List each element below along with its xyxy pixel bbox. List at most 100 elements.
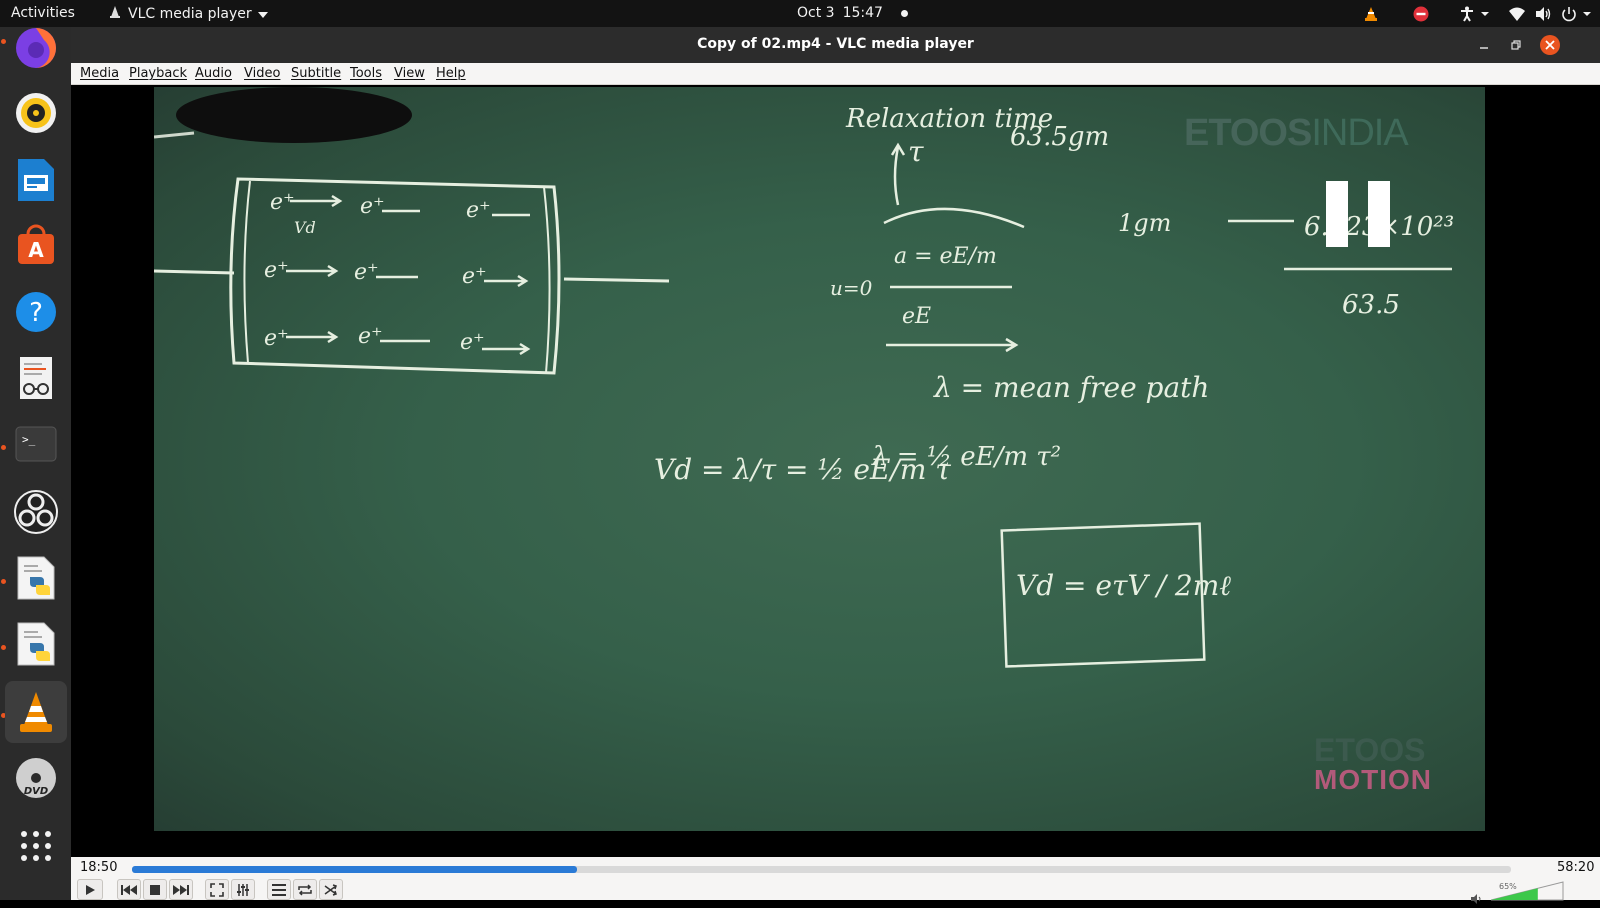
menu-bar: Media Playback Audio Video Subtitle Tool… (71, 63, 1600, 85)
previous-button[interactable] (117, 879, 141, 900)
wire-right (563, 277, 670, 283)
etoos-india-watermark: ETOOSINDIA (1184, 112, 1409, 155)
menu-subtitle[interactable]: Subtitle (291, 66, 341, 81)
vlc-dock-icon[interactable] (5, 681, 67, 743)
svg-text:?: ? (29, 298, 43, 328)
drift-velocity-label: Vd (294, 218, 316, 237)
title-bar[interactable]: Copy of 02.mp4 - VLC media player (71, 27, 1600, 63)
accessibility-icon[interactable] (1446, 0, 1504, 27)
show-applications-icon[interactable] (5, 815, 67, 877)
python-file-icon[interactable] (5, 547, 67, 609)
pause-overlay-icon (1368, 181, 1390, 247)
document-viewer-icon[interactable] (5, 347, 67, 409)
impress-icon[interactable] (5, 149, 67, 211)
cylinder-edge (543, 186, 551, 374)
app-menu-label: VLC media player (128, 6, 252, 22)
chevron-down-icon (257, 6, 268, 22)
etoos-motion-watermark: ETOOS MOTION (1314, 732, 1432, 795)
firefox-icon[interactable] (5, 17, 67, 79)
volume-control[interactable]: 65% (1471, 881, 1591, 904)
svg-text:DVD: DVD (24, 786, 48, 797)
vlc-window: Copy of 02.mp4 - VLC media player Media … (71, 27, 1600, 904)
watermark-motion: MOTION (1314, 764, 1432, 795)
watermark-etoos-bottom: ETOOS (1314, 732, 1426, 768)
svg-text:A: A (28, 238, 44, 262)
playlist-button[interactable] (267, 879, 291, 900)
volume-slider[interactable] (1489, 881, 1589, 901)
electron-label: e⁺ (360, 194, 385, 219)
play-button[interactable] (77, 879, 103, 900)
electron-label: e⁺ (462, 264, 487, 289)
help-icon[interactable]: ? (5, 281, 67, 343)
app-menu[interactable]: VLC media player (108, 5, 268, 23)
watermark-india: INDIA (1311, 112, 1408, 154)
chalkboard-drawing: e⁺ e⁺ e⁺ e⁺ e⁺ e⁺ e⁺ e⁺ e⁺ Vd Relaxation… (154, 87, 1454, 668)
wifi-icon[interactable] (1504, 0, 1530, 27)
obs-studio-icon[interactable] (5, 481, 67, 543)
menu-tools[interactable]: Tools (350, 66, 382, 81)
minimize-button[interactable] (1474, 35, 1494, 55)
clock-date: Oct 3 (797, 5, 835, 21)
electron-label: e⁺ (460, 330, 485, 355)
one-gram-text: 1gm (1118, 209, 1171, 237)
volume-tray-icon[interactable] (1530, 0, 1556, 27)
top-bar: Activities VLC media player Oct 3 15:47 (0, 0, 1600, 27)
window-title: Copy of 02.mp4 - VLC media player (697, 36, 974, 52)
playback-controls: 18:50 58:20 65% (71, 857, 1600, 904)
terminal-icon[interactable]: >_ (5, 413, 67, 475)
maximize-button[interactable] (1506, 35, 1526, 55)
boxed-result-text: Vd = eτV / 2mℓ (1016, 569, 1231, 602)
rhythmbox-icon[interactable] (5, 82, 67, 144)
power-icon[interactable] (1556, 0, 1600, 27)
denominator-text: 63.5 (1342, 290, 1400, 320)
speaker-icon (1471, 889, 1483, 908)
tau-text: τ (908, 135, 924, 168)
watermark-etoos: ETOOS (1184, 112, 1312, 154)
do-not-disturb-icon[interactable] (1396, 0, 1446, 27)
menu-view[interactable]: View (394, 66, 425, 81)
dvd-icon[interactable]: DVD (5, 747, 67, 809)
initial-velocity-text: u=0 (830, 276, 873, 300)
ubuntu-software-icon[interactable]: A (5, 215, 67, 277)
next-button[interactable] (169, 879, 193, 900)
menu-playback[interactable]: Playback (129, 66, 187, 81)
mass-note-text: 63.5gm (1010, 122, 1109, 152)
electron-label: e⁺ (270, 190, 295, 215)
vlc-small-icon (108, 5, 122, 23)
shuffle-button[interactable] (319, 879, 343, 900)
menu-audio[interactable]: Audio (195, 66, 232, 81)
electron-label: e⁺ (264, 258, 289, 283)
menu-help[interactable]: Help (436, 66, 466, 81)
electron-arrows (286, 194, 531, 356)
extended-settings-button[interactable] (231, 879, 255, 900)
chalk-stroke (154, 131, 195, 139)
force-text: eE (902, 304, 931, 329)
total-time: 58:20 (1557, 860, 1595, 875)
python-file-icon[interactable] (5, 613, 67, 675)
stop-button[interactable] (143, 879, 167, 900)
pause-overlay-icon (1326, 181, 1348, 247)
dock: A ? >_ DVD (0, 27, 71, 900)
video-area[interactable]: e⁺ e⁺ e⁺ e⁺ e⁺ e⁺ e⁺ e⁺ e⁺ Vd Relaxation… (71, 85, 1600, 857)
clock[interactable]: Oct 3 15:47 (797, 5, 908, 21)
system-tray[interactable] (1346, 0, 1600, 27)
vlc-tray-icon[interactable] (1346, 0, 1396, 27)
seek-progress (132, 866, 578, 873)
electron-label: e⁺ (354, 260, 379, 285)
fullscreen-button[interactable] (205, 879, 229, 900)
electron-label: e⁺ (466, 198, 491, 223)
close-button[interactable] (1540, 35, 1560, 55)
svg-text:>_: >_ (22, 433, 36, 446)
video-frame[interactable]: e⁺ e⁺ e⁺ e⁺ e⁺ e⁺ e⁺ e⁺ e⁺ Vd Relaxation… (154, 87, 1485, 831)
menu-video[interactable]: Video (244, 66, 280, 81)
electron-label: e⁺ (358, 324, 383, 349)
clock-time: 15:47 (842, 5, 883, 21)
wire-left (154, 269, 235, 275)
eraser-shadow (176, 87, 412, 143)
loop-button[interactable] (293, 879, 317, 900)
electron-label: e⁺ (264, 326, 289, 351)
mean-free-path-text: λ = mean free path (933, 371, 1209, 404)
seek-bar[interactable] (132, 866, 1511, 873)
menu-media[interactable]: Media (80, 66, 119, 81)
volume-level (1491, 888, 1538, 900)
